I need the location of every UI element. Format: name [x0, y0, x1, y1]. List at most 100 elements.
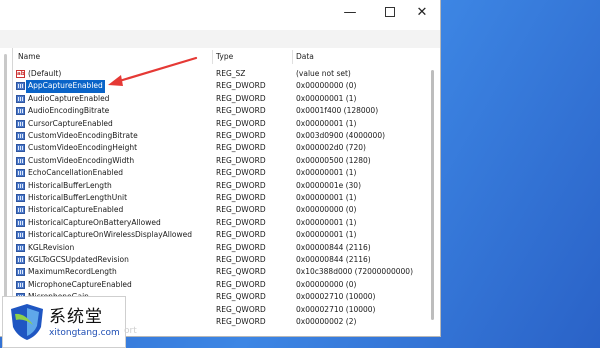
value-name: HistoricalCaptureOnWirelessDisplayAllowe…	[28, 230, 193, 240]
value-type: REG_DWORD	[216, 93, 266, 103]
registry-value-row[interactable]: AudioEncodingBitrate REG_DWORD 0x0001f400 …	[13, 105, 427, 117]
binary-value-icon	[16, 156, 25, 165]
value-data: 0x000002d0 (720)	[296, 143, 366, 153]
binary-value-icon	[16, 181, 25, 190]
registry-value-row[interactable]: MaximumRecordLength REG_QWORD 0x10c388d000…	[13, 266, 427, 278]
binary-value-icon	[16, 194, 25, 202]
value-data: 0x00000001 (1)	[296, 193, 357, 202]
value-name: (Default)	[28, 69, 62, 78]
value-type: REG_DWORD	[216, 255, 266, 264]
value-type: REG_DWORD	[216, 217, 266, 227]
brand-name-cn: 系统堂	[49, 307, 103, 327]
value-data: 0x00002710 (10000)	[296, 292, 376, 302]
value-name: HistoricalBufferLengthUnit	[28, 193, 128, 202]
registry-value-row[interactable]: HistoricalBufferLengthUnit REG_DWORD 0x000…	[13, 192, 427, 204]
minimize-button[interactable]: —	[332, 0, 368, 26]
value-name: AppCaptureEnabled	[26, 80, 105, 93]
value-data: 0x00000001 (1)	[296, 93, 357, 103]
value-type: REG_SZ	[216, 69, 246, 78]
watermark-logo: 系统堂 xitongtang.com	[2, 296, 126, 348]
address-bar-area	[0, 30, 440, 48]
value-name: MaximumRecordLength	[28, 267, 117, 277]
binary-value-icon	[16, 256, 25, 264]
value-type: REG_DWORD	[216, 131, 266, 140]
value-type: REG_DWORD	[216, 193, 266, 202]
faint-watermark-text: ort	[124, 326, 137, 336]
value-data: 0x00002710 (10000)	[296, 304, 376, 314]
vertical-scrollbar[interactable]	[431, 70, 434, 320]
registry-value-row-selected[interactable]: AppCaptureEnabled REG_DWORD 0x00000000 (0)	[13, 80, 427, 93]
value-type: REG_DWORD	[216, 180, 266, 190]
shield-icon	[11, 304, 43, 340]
value-type: REG_DWORD	[216, 155, 266, 165]
close-icon: ✕	[416, 5, 428, 20]
binary-value-icon	[16, 169, 25, 178]
value-data: 0x00000000 (0)	[296, 279, 357, 289]
value-data: 0x00000002 (2)	[296, 317, 357, 326]
value-type: REG_DWORD	[216, 118, 266, 128]
registry-value-row[interactable]: CustomVideoEncodingHeight REG_DWORD 0x0000…	[13, 142, 427, 154]
maximize-icon	[385, 6, 395, 17]
value-name: CustomVideoEncodingHeight	[28, 143, 138, 153]
column-divider[interactable]	[212, 50, 213, 64]
registry-value-row[interactable]: HistoricalCaptureOnWirelessDisplayAllowe…	[13, 229, 427, 241]
registry-value-row[interactable]: EchoCancellationEnabled REG_DWORD 0x000000…	[13, 167, 427, 179]
binary-value-icon	[16, 132, 25, 140]
registry-value-row[interactable]: CustomVideoEncodingBitrate REG_DWORD 0x003…	[13, 130, 427, 142]
registry-value-row[interactable]: HistoricalCaptureEnabled REG_DWORD 0x00000…	[13, 204, 427, 216]
registry-value-row[interactable]: AudioCaptureEnabled REG_DWORD 0x00000001 (…	[13, 93, 427, 105]
registry-value-row[interactable]: KGLToGCSUpdatedRevision REG_DWORD 0x000008…	[13, 254, 427, 266]
registry-value-row[interactable]: HistoricalCaptureOnBatteryAllowed REG_DWO…	[13, 217, 427, 229]
value-data: 0x003d0900 (4000000)	[296, 131, 386, 140]
binary-value-icon	[16, 243, 25, 252]
registry-value-row[interactable]: CustomVideoEncodingWidth REG_DWORD 0x00000…	[13, 155, 427, 167]
value-type: REG_DWORD	[216, 205, 266, 215]
value-type: REG_QWORD	[216, 304, 266, 314]
value-type: REG_DWORD	[216, 81, 266, 91]
value-name: EchoCancellationEnabled	[28, 168, 123, 178]
value-data: 0x00000001 (1)	[296, 118, 357, 128]
value-type: REG_DWORD	[216, 168, 266, 178]
registry-value-row[interactable]: HistoricalBufferLength REG_DWORD 0x0000001…	[13, 180, 427, 192]
column-header-type[interactable]: Type	[216, 48, 233, 66]
column-header: Name Type Data	[13, 48, 440, 66]
binary-value-icon	[16, 107, 25, 116]
registry-value-row[interactable]: CursorCaptureEnabled REG_DWORD 0x00000001 …	[13, 118, 427, 130]
value-name: MicrophoneCaptureEnabled	[28, 279, 132, 289]
value-data: 0x00000001 (1)	[296, 230, 357, 240]
values-list-pane: Name Type Data ab (Default) REG_SZ (value n…	[13, 48, 440, 336]
binary-value-icon	[16, 82, 25, 91]
value-name: AudioEncodingBitrate	[28, 106, 110, 116]
binary-value-icon	[16, 218, 25, 227]
value-data: (value not set)	[296, 69, 351, 78]
minimize-icon: —	[343, 5, 357, 20]
value-data: 0x0001f400 (128000)	[296, 106, 379, 116]
registry-value-row[interactable]: MicrophoneCaptureEnabled REG_DWORD 0x00000…	[13, 279, 427, 291]
close-button[interactable]: ✕	[404, 0, 440, 26]
title-bar: — ✕	[0, 0, 440, 30]
binary-value-icon	[16, 280, 25, 289]
binary-value-icon	[16, 231, 25, 240]
value-type: REG_DWORD	[216, 230, 266, 240]
value-name: HistoricalCaptureOnBatteryAllowed	[28, 217, 161, 227]
column-header-data[interactable]: Data	[296, 48, 314, 66]
value-name: CustomVideoEncodingWidth	[28, 155, 135, 165]
column-header-name[interactable]: Name	[18, 48, 40, 66]
maximize-button[interactable]	[372, 0, 408, 26]
key-tree-pane[interactable]	[0, 48, 13, 336]
value-name: CursorCaptureEnabled	[28, 118, 113, 128]
value-data: 0x00000844 (2116)	[296, 242, 371, 252]
binary-value-icon	[16, 94, 25, 103]
value-data: 0x0000001e (30)	[296, 180, 362, 190]
binary-value-icon	[16, 144, 25, 153]
registry-value-row[interactable]: ab (Default) REG_SZ (value not set)	[13, 68, 427, 80]
value-type: REG_DWORD	[216, 106, 266, 116]
registry-value-row[interactable]: KGLRevision REG_DWORD 0x00000844 (2116)	[13, 242, 427, 254]
value-data: 0x00000000 (0)	[296, 205, 357, 215]
tree-scrollbar[interactable]	[4, 54, 7, 324]
value-data: 0x00000001 (1)	[296, 217, 357, 227]
column-divider[interactable]	[292, 50, 293, 64]
value-name: KGLToGCSUpdatedRevision	[28, 255, 129, 264]
registry-editor-window: — ✕ Name Type Data ab (Default) REG_SZ (val…	[0, 0, 441, 337]
value-name: KGLRevision	[28, 242, 75, 252]
